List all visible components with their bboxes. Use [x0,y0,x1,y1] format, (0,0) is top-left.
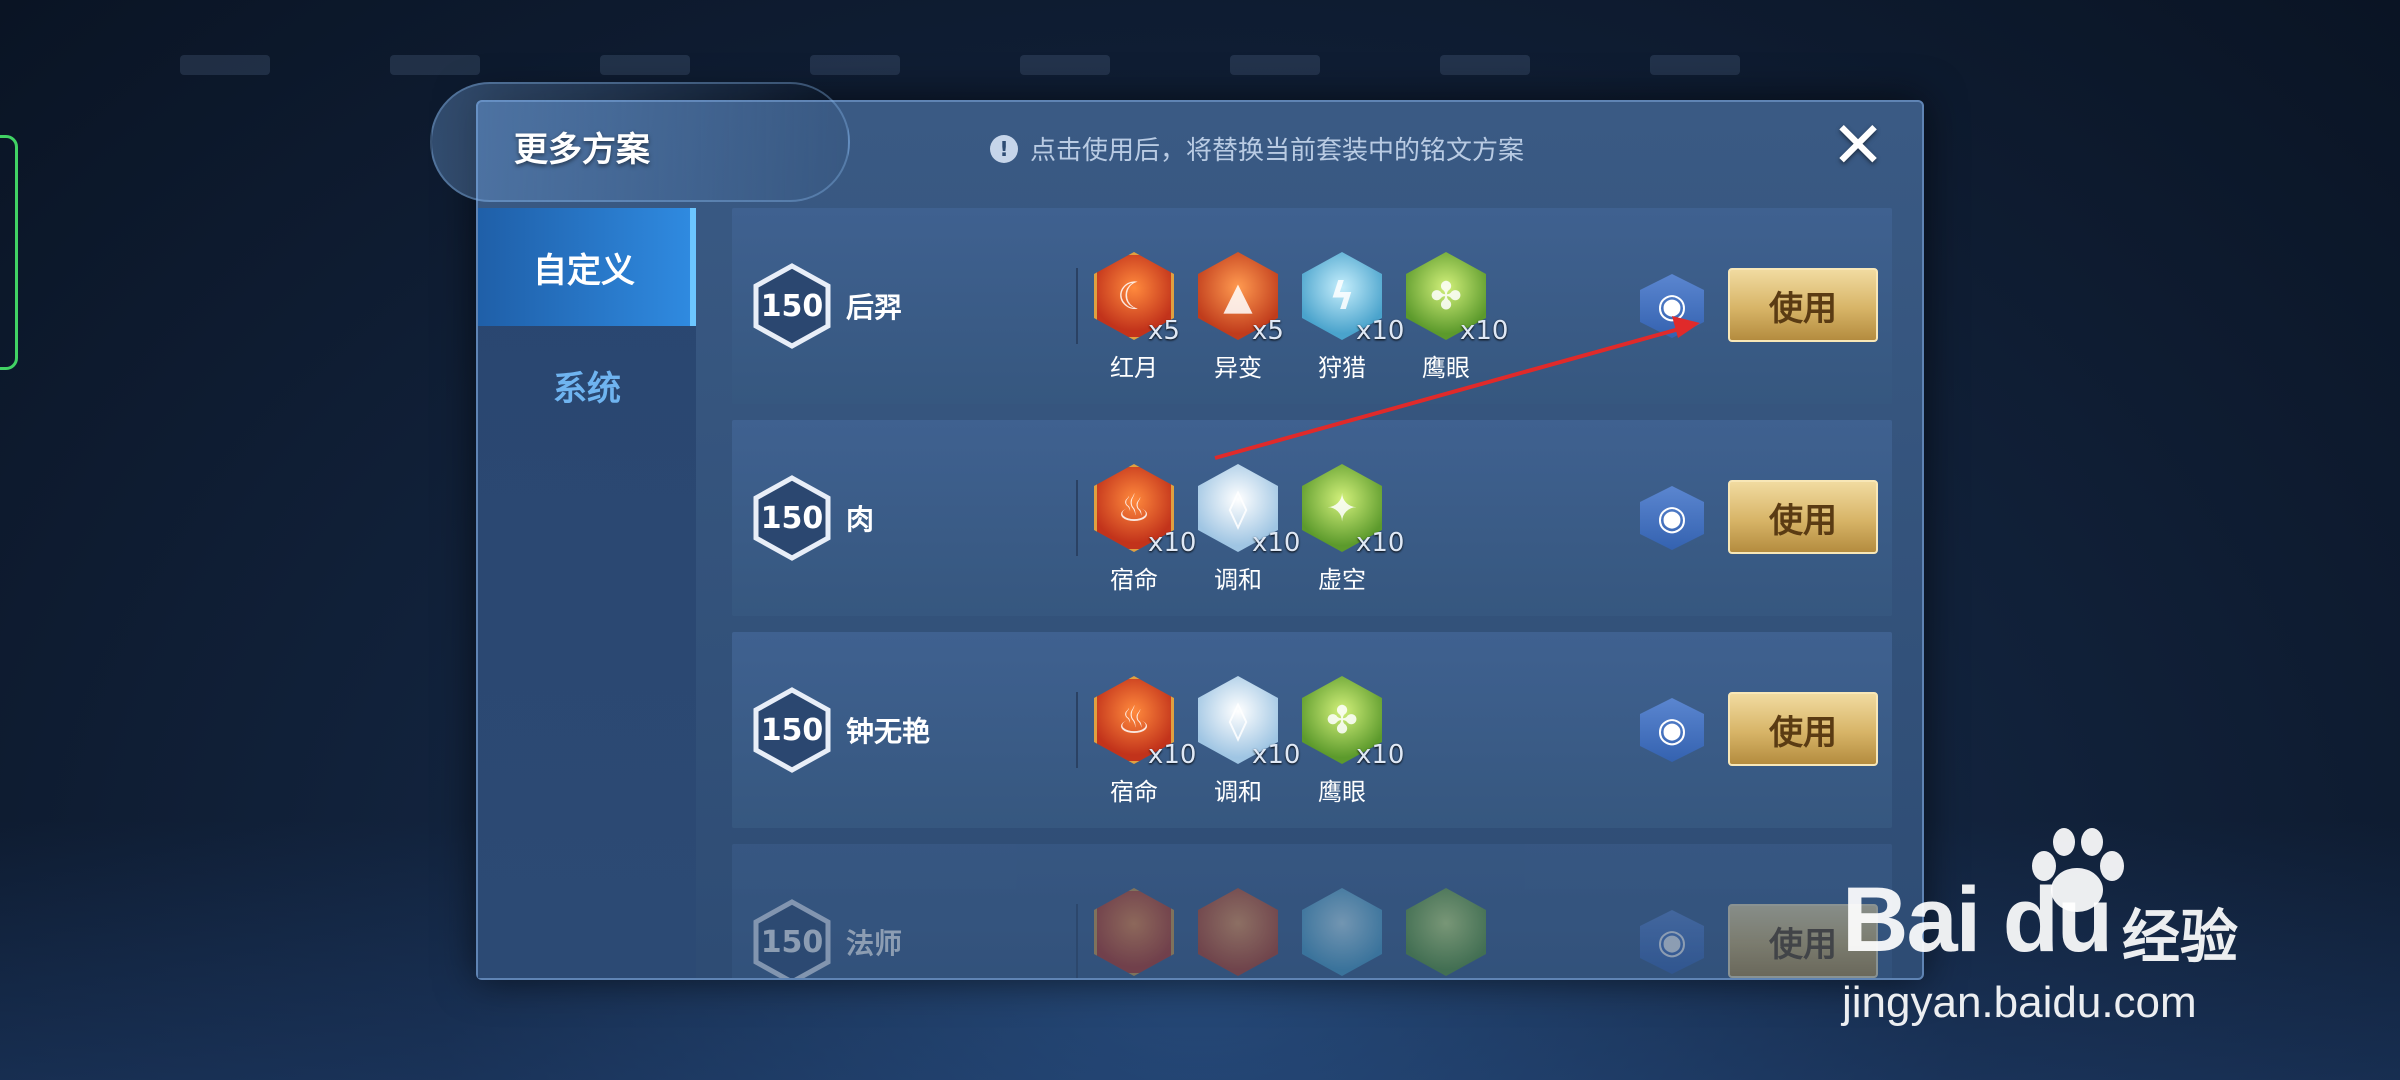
level-number: 150 [760,924,824,960]
rune-list: ☾ x5 红月 ▲ x5 异变 ϟ x10 狩猎 ✤ x10 鹰眼 [1094,252,1508,382]
rune-name: 异变 [1214,354,1262,382]
scheme-name: 肉 [846,503,875,536]
rune-list: ♨ x10 宿命 ◊ x10 调和 ✦ x10 虚空 [1094,464,1404,594]
preview-eye-icon[interactable]: ◉ [1640,274,1704,338]
more-schemes-dialog: 更多方案 ! 点击使用后，将替换当前套装中的铭文方案 ✕ 自定义 系统 150 … [430,82,1924,980]
level-badge: 150 [752,898,832,978]
scheme-row: 150 钟无艳 ♨ x10 宿命 ◊ x10 调和 ✤ x10 鹰眼 ◉ 使用 [732,632,1892,828]
rune-icon [1406,888,1486,976]
level-number: 150 [760,500,824,536]
rune-item: ✤ x10 鹰眼 [1406,252,1508,382]
rune-count: x5 [1148,316,1180,346]
notice-text: 点击使用后，将替换当前套装中的铭文方案 [1030,136,1525,166]
scheme-list: 150 后羿 ☾ x5 红月 ▲ x5 异变 ϟ x10 狩猎 ✤ x10 鹰眼… [732,208,1892,978]
scheme-row: 150 后羿 ☾ x5 红月 ▲ x5 异变 ϟ x10 狩猎 ✤ x10 鹰眼… [732,208,1892,404]
background-side-frame [0,135,18,370]
use-button[interactable]: 使用 [1728,268,1878,342]
rune-item [1406,888,1486,978]
rune-item: ▲ x5 异变 [1198,252,1284,382]
baidu-url: jingyan.baidu.com [1842,978,2197,1027]
rune-item [1302,888,1382,978]
rune-count: x10 [1252,528,1301,558]
rune-name: 狩猎 [1318,354,1366,382]
sidebar: 自定义 系统 [478,208,696,978]
rune-name: 宿命 [1110,566,1158,594]
rune-count: x10 [1356,528,1405,558]
divider [1076,268,1078,344]
level-number: 150 [760,288,824,324]
preview-eye-icon[interactable]: ◉ [1640,486,1704,550]
rune-item [1198,888,1278,978]
preview-eye-icon[interactable]: ◉ [1640,910,1704,974]
rune-name: 鹰眼 [1422,354,1470,382]
rune-list: ♨ x10 宿命 ◊ x10 调和 ✤ x10 鹰眼 [1094,676,1404,806]
divider [1076,480,1078,556]
rune-count: x5 [1252,316,1284,346]
scheme-name: 后羿 [846,291,903,324]
divider [1076,904,1078,978]
tab-system[interactable]: 系统 [478,326,696,444]
dialog-title: 更多方案 [514,130,650,170]
rune-count: x10 [1460,316,1509,346]
scheme-row: 150 法师 ◉ 使用 [732,844,1892,978]
level-badge: 150 [752,474,832,562]
info-icon: ! [990,134,1018,163]
rune-name: 红月 [1110,354,1158,382]
rune-item [1094,888,1174,978]
rune-item: ✦ x10 虚空 [1302,464,1404,594]
rune-name: 虚空 [1318,566,1366,594]
rune-item: ✤ x10 鹰眼 [1302,676,1404,806]
level-badge: 150 [752,262,832,350]
notice: ! 点击使用后，将替换当前套装中的铭文方案 [990,130,1524,167]
rune-item: ☾ x5 红月 [1094,252,1180,382]
rune-count: x10 [1356,740,1405,770]
rune-count: x10 [1252,740,1301,770]
rune-item: ♨ x10 宿命 [1094,464,1196,594]
rune-name: 调和 [1214,566,1262,594]
rune-item: ϟ x10 狩猎 [1302,252,1404,382]
rune-icon [1302,888,1382,976]
use-button[interactable]: 使用 [1728,692,1878,766]
rune-count: x10 [1148,740,1197,770]
rune-name: 调和 [1214,778,1262,806]
divider [1076,692,1078,768]
rune-item: ◊ x10 调和 [1198,464,1300,594]
level-badge: 150 [752,686,832,774]
rune-name: 宿命 [1110,778,1158,806]
use-button[interactable]: 使用 [1728,480,1878,554]
baidu-logo-text: Bai du [1842,869,2113,971]
scheme-name: 钟无艳 [846,715,931,748]
rune-count: x10 [1148,528,1197,558]
rune-name: 鹰眼 [1318,778,1366,806]
tab-custom[interactable]: 自定义 [478,208,696,326]
rune-item: ♨ x10 宿命 [1094,676,1196,806]
preview-eye-icon[interactable]: ◉ [1640,698,1704,762]
baidu-watermark: Bai du 经验 jingyan.baidu.com [1842,828,2272,1028]
rune-icon [1198,888,1278,976]
baidu-brand-cn: 经验 [2122,903,2239,971]
scheme-row: 150 肉 ♨ x10 宿命 ◊ x10 调和 ✦ x10 虚空 ◉ 使用 [732,420,1892,616]
scheme-name: 法师 [846,927,903,960]
close-button[interactable]: ✕ [1826,114,1890,178]
rune-list [1094,888,1486,978]
level-number: 150 [760,712,824,748]
rune-item: ◊ x10 调和 [1198,676,1300,806]
rune-icon [1094,888,1174,976]
rune-count: x10 [1356,316,1405,346]
